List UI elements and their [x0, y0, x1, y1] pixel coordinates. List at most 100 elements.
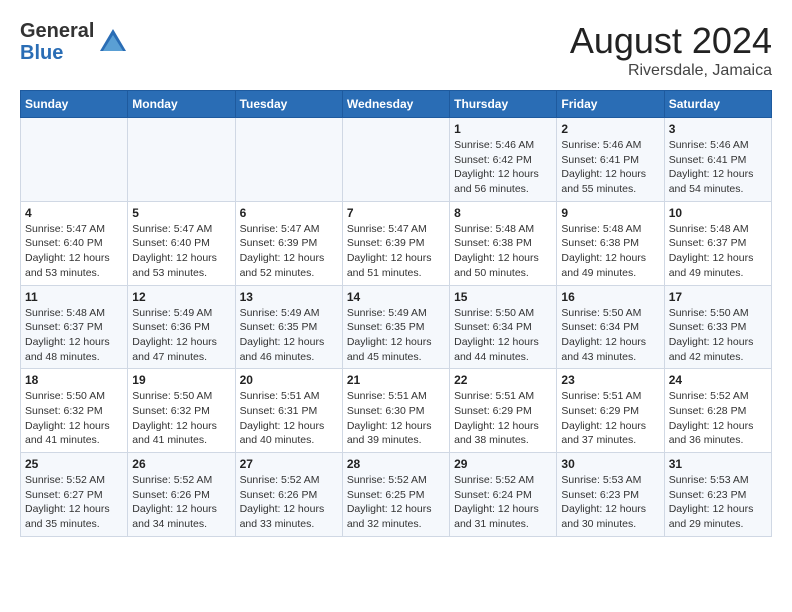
logo-blue: Blue [20, 42, 94, 64]
calendar-cell: 31 Sunrise: 5:53 AM Sunset: 6:23 PM Dayli… [664, 453, 771, 537]
day-info: Sunrise: 5:52 AM Sunset: 6:26 PM Dayligh… [240, 473, 338, 532]
day-number: 31 [669, 457, 767, 471]
calendar-cell: 11 Sunrise: 5:48 AM Sunset: 6:37 PM Dayli… [21, 285, 128, 369]
day-info: Sunrise: 5:50 AM Sunset: 6:33 PM Dayligh… [669, 306, 767, 365]
day-number: 11 [25, 290, 123, 304]
day-number: 25 [25, 457, 123, 471]
calendar-body: 1 Sunrise: 5:46 AM Sunset: 6:42 PM Daylig… [21, 118, 772, 537]
calendar-cell: 30 Sunrise: 5:53 AM Sunset: 6:23 PM Dayli… [557, 453, 664, 537]
calendar-cell: 2 Sunrise: 5:46 AM Sunset: 6:41 PM Daylig… [557, 118, 664, 202]
calendar-cell: 15 Sunrise: 5:50 AM Sunset: 6:34 PM Dayli… [450, 285, 557, 369]
day-info: Sunrise: 5:52 AM Sunset: 6:27 PM Dayligh… [25, 473, 123, 532]
calendar-header: Sunday Monday Tuesday Wednesday Thursday… [21, 91, 772, 118]
calendar-cell: 21Sunrise: 5:51 AM Sunset: 6:30 PM Dayli… [342, 369, 449, 453]
day-info: Sunrise: 5:53 AM Sunset: 6:23 PM Dayligh… [669, 473, 767, 532]
calendar-cell [128, 118, 235, 202]
header-friday: Friday [557, 91, 664, 118]
day-info: Sunrise: 5:48 AM Sunset: 6:38 PM Dayligh… [454, 222, 552, 281]
calendar-cell: 7 Sunrise: 5:47 AM Sunset: 6:39 PM Daylig… [342, 201, 449, 285]
day-info: Sunrise: 5:49 AM Sunset: 6:35 PM Dayligh… [240, 306, 338, 365]
header-sunday: Sunday [21, 91, 128, 118]
calendar-cell: 9 Sunrise: 5:48 AM Sunset: 6:38 PM Daylig… [557, 201, 664, 285]
day-info: Sunrise: 5:47 AM Sunset: 6:40 PM Dayligh… [25, 222, 123, 281]
day-info: Sunrise: 5:50 AM Sunset: 6:34 PM Dayligh… [454, 306, 552, 365]
day-info: Sunrise: 5:52 AM Sunset: 6:25 PM Dayligh… [347, 473, 445, 532]
day-info: Sunrise: 5:48 AM Sunset: 6:38 PM Dayligh… [561, 222, 659, 281]
day-number: 16 [561, 290, 659, 304]
day-info: Sunrise: 5:50 AM Sunset: 6:32 PM Dayligh… [132, 389, 230, 448]
calendar-week-4: 18 Sunrise: 5:50 AM Sunset: 6:32 PM Dayli… [21, 369, 772, 453]
calendar-cell: 24 Sunrise: 5:52 AM Sunset: 6:28 PM Dayli… [664, 369, 771, 453]
day-info: Sunrise: 5:47 AM Sunset: 6:39 PM Dayligh… [347, 222, 445, 281]
day-number: 2 [561, 122, 659, 136]
calendar-cell: 8Sunrise: 5:48 AM Sunset: 6:38 PM Daylig… [450, 201, 557, 285]
day-number: 24 [669, 373, 767, 387]
day-info: Sunrise: 5:51 AM Sunset: 6:29 PM Dayligh… [454, 389, 552, 448]
calendar-cell: 23 Sunrise: 5:51 AM Sunset: 6:29 PM Dayli… [557, 369, 664, 453]
calendar-cell: 22Sunrise: 5:51 AM Sunset: 6:29 PM Dayli… [450, 369, 557, 453]
calendar-week-1: 1 Sunrise: 5:46 AM Sunset: 6:42 PM Daylig… [21, 118, 772, 202]
calendar-cell [235, 118, 342, 202]
logo: General Blue [20, 20, 128, 64]
day-info: Sunrise: 5:46 AM Sunset: 6:41 PM Dayligh… [561, 138, 659, 197]
day-number: 7 [347, 206, 445, 220]
day-number: 1 [454, 122, 552, 136]
day-number: 13 [240, 290, 338, 304]
header-thursday: Thursday [450, 91, 557, 118]
calendar-cell: 20Sunrise: 5:51 AM Sunset: 6:31 PM Dayli… [235, 369, 342, 453]
calendar-cell: 26 Sunrise: 5:52 AM Sunset: 6:26 PM Dayli… [128, 453, 235, 537]
calendar-cell: 27 Sunrise: 5:52 AM Sunset: 6:26 PM Dayli… [235, 453, 342, 537]
logo-icon [98, 27, 128, 57]
day-info: Sunrise: 5:52 AM Sunset: 6:26 PM Dayligh… [132, 473, 230, 532]
calendar-table: Sunday Monday Tuesday Wednesday Thursday… [20, 90, 772, 537]
day-info: Sunrise: 5:47 AM Sunset: 6:39 PM Dayligh… [240, 222, 338, 281]
day-info: Sunrise: 5:49 AM Sunset: 6:36 PM Dayligh… [132, 306, 230, 365]
header-monday: Monday [128, 91, 235, 118]
day-number: 27 [240, 457, 338, 471]
day-number: 17 [669, 290, 767, 304]
day-info: Sunrise: 5:48 AM Sunset: 6:37 PM Dayligh… [25, 306, 123, 365]
day-number: 18 [25, 373, 123, 387]
day-number: 23 [561, 373, 659, 387]
day-number: 3 [669, 122, 767, 136]
subtitle: Riversdale, Jamaica [570, 62, 772, 80]
day-number: 15 [454, 290, 552, 304]
calendar-week-5: 25 Sunrise: 5:52 AM Sunset: 6:27 PM Dayli… [21, 453, 772, 537]
calendar-cell: 28Sunrise: 5:52 AM Sunset: 6:25 PM Dayli… [342, 453, 449, 537]
logo-general: General [20, 20, 94, 42]
day-info: Sunrise: 5:51 AM Sunset: 6:31 PM Dayligh… [240, 389, 338, 448]
calendar-cell: 17 Sunrise: 5:50 AM Sunset: 6:33 PM Dayli… [664, 285, 771, 369]
day-info: Sunrise: 5:50 AM Sunset: 6:34 PM Dayligh… [561, 306, 659, 365]
day-number: 6 [240, 206, 338, 220]
day-number: 26 [132, 457, 230, 471]
header-wednesday: Wednesday [342, 91, 449, 118]
calendar-cell: 19 Sunrise: 5:50 AM Sunset: 6:32 PM Dayli… [128, 369, 235, 453]
calendar-week-2: 4 Sunrise: 5:47 AM Sunset: 6:40 PM Daylig… [21, 201, 772, 285]
calendar-cell [21, 118, 128, 202]
day-info: Sunrise: 5:50 AM Sunset: 6:32 PM Dayligh… [25, 389, 123, 448]
day-info: Sunrise: 5:48 AM Sunset: 6:37 PM Dayligh… [669, 222, 767, 281]
day-number: 10 [669, 206, 767, 220]
calendar-cell: 18 Sunrise: 5:50 AM Sunset: 6:32 PM Dayli… [21, 369, 128, 453]
day-info: Sunrise: 5:46 AM Sunset: 6:42 PM Dayligh… [454, 138, 552, 197]
calendar-cell: 16 Sunrise: 5:50 AM Sunset: 6:34 PM Dayli… [557, 285, 664, 369]
day-number: 4 [25, 206, 123, 220]
calendar-cell: 29Sunrise: 5:52 AM Sunset: 6:24 PM Dayli… [450, 453, 557, 537]
calendar-cell: 5Sunrise: 5:47 AM Sunset: 6:40 PM Daylig… [128, 201, 235, 285]
calendar-cell: 1 Sunrise: 5:46 AM Sunset: 6:42 PM Daylig… [450, 118, 557, 202]
page-header: General Blue August 2024 Riversdale, Jam… [20, 20, 772, 80]
calendar-cell: 10 Sunrise: 5:48 AM Sunset: 6:37 PM Dayli… [664, 201, 771, 285]
day-number: 30 [561, 457, 659, 471]
day-number: 19 [132, 373, 230, 387]
day-info: Sunrise: 5:53 AM Sunset: 6:23 PM Dayligh… [561, 473, 659, 532]
header-saturday: Saturday [664, 91, 771, 118]
day-info: Sunrise: 5:52 AM Sunset: 6:28 PM Dayligh… [669, 389, 767, 448]
calendar-week-3: 11 Sunrise: 5:48 AM Sunset: 6:37 PM Dayli… [21, 285, 772, 369]
calendar-cell: 3Sunrise: 5:46 AM Sunset: 6:41 PM Daylig… [664, 118, 771, 202]
day-info: Sunrise: 5:51 AM Sunset: 6:30 PM Dayligh… [347, 389, 445, 448]
day-info: Sunrise: 5:51 AM Sunset: 6:29 PM Dayligh… [561, 389, 659, 448]
day-number: 9 [561, 206, 659, 220]
day-info: Sunrise: 5:49 AM Sunset: 6:35 PM Dayligh… [347, 306, 445, 365]
day-number: 5 [132, 206, 230, 220]
main-title: August 2024 [570, 20, 772, 62]
